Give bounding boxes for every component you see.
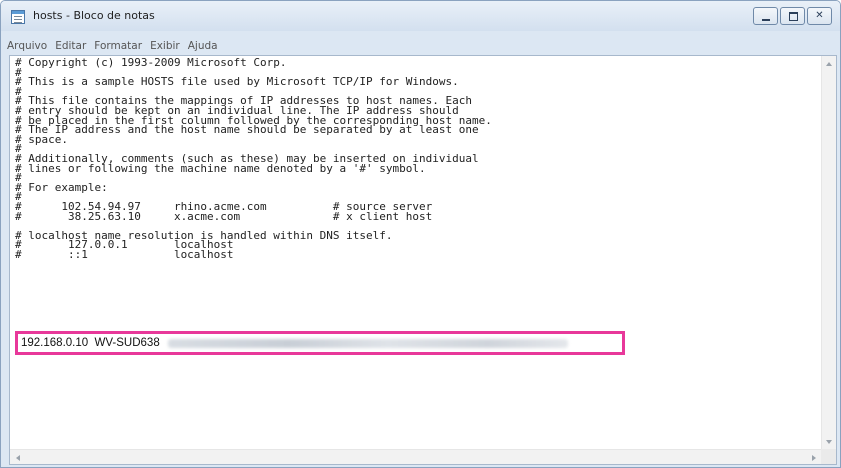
menu-exibir[interactable]: Exibir <box>146 39 184 54</box>
window-title: hosts - Bloco de notas <box>33 9 155 22</box>
text-line: # Copyright (c) 1993-2009 Microsoft Corp… <box>15 56 287 69</box>
scroll-up-icon[interactable] <box>826 62 832 66</box>
text-line: # <box>15 171 22 185</box>
notepad-icon <box>11 10 25 24</box>
text-line: # 38.25.63.10 x.acme.com # x client host <box>15 209 433 223</box>
close-button[interactable]: ✕ <box>807 7 832 25</box>
text-line: # This is a sample HOSTS file used by Mi… <box>15 75 459 89</box>
horizontal-scrollbar[interactable] <box>10 449 822 464</box>
host-entry-text: 192.168.0.10 WV-SUD638 <box>21 337 160 349</box>
text-line: # ::1 localhost <box>15 247 234 261</box>
maximize-button[interactable] <box>780 7 805 25</box>
menu-editar[interactable]: Editar <box>51 39 90 54</box>
menu-bar: Arquivo Editar Formatar Exibir Ajuda <box>1 39 840 54</box>
title-bar[interactable]: hosts - Bloco de notas ✕ <box>1 1 840 31</box>
text-line: # For example: <box>15 180 108 194</box>
host-entry-line: 192.168.0.10 WV-SUD638 <box>21 337 568 349</box>
text-editor[interactable]: # Copyright (c) 1993-2009 Microsoft Corp… <box>10 56 822 450</box>
vertical-scrollbar[interactable] <box>821 56 836 450</box>
scroll-left-icon[interactable] <box>16 455 20 461</box>
text-line: # The IP address and the host name shoul… <box>15 123 479 137</box>
editor-area[interactable]: # Copyright (c) 1993-2009 Microsoft Corp… <box>9 55 837 465</box>
menu-ajuda[interactable]: Ajuda <box>184 39 222 54</box>
size-grip[interactable] <box>821 449 836 464</box>
text-line: # lines or following the machine name de… <box>15 161 426 175</box>
minimize-button[interactable] <box>753 7 778 25</box>
scroll-down-icon[interactable] <box>826 440 832 444</box>
text-line: # space. <box>15 132 68 146</box>
menu-formatar[interactable]: Formatar <box>90 39 146 54</box>
menu-arquivo[interactable]: Arquivo <box>3 39 51 54</box>
caption-buttons: ✕ <box>751 7 832 25</box>
notepad-window: hosts - Bloco de notas ✕ Arquivo Editar … <box>0 0 841 468</box>
blurred-hostname <box>167 338 568 348</box>
scroll-right-icon[interactable] <box>812 455 816 461</box>
